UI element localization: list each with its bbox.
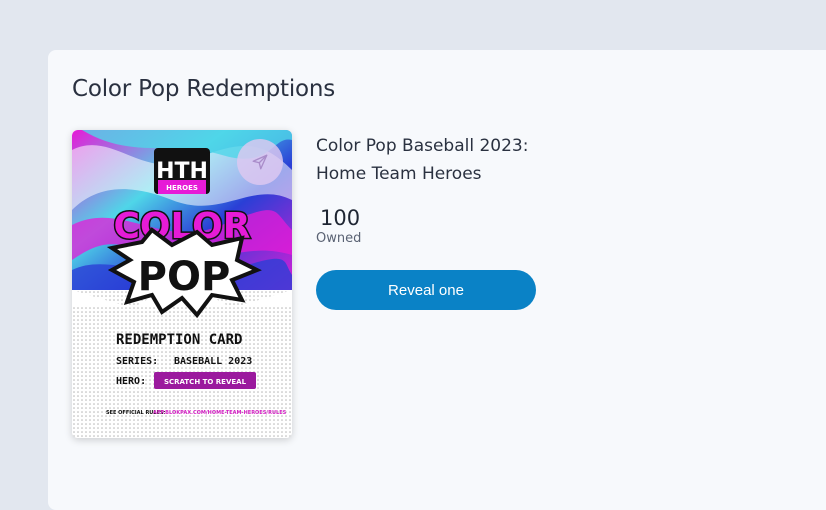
send-button[interactable] bbox=[237, 139, 283, 185]
item-title: Color Pop Baseball 2023: Home Team Heroe… bbox=[316, 132, 576, 188]
svg-text:SERIES:: SERIES: bbox=[116, 356, 158, 367]
hth-logo: HTH HEROES bbox=[154, 148, 210, 194]
svg-text:BASEBALL 2023: BASEBALL 2023 bbox=[174, 356, 252, 367]
reveal-one-button[interactable]: Reveal one bbox=[316, 270, 536, 310]
item-info: Color Pop Baseball 2023: Home Team Heroe… bbox=[316, 132, 576, 246]
svg-text:HERO:: HERO: bbox=[116, 376, 146, 387]
owned-label: Owned bbox=[316, 231, 362, 246]
page-title: Color Pop Redemptions bbox=[72, 76, 336, 102]
svg-text:SCRATCH TO REVEAL: SCRATCH TO REVEAL bbox=[164, 378, 247, 386]
redemption-card-image[interactable]: HTH HEROES COLOR POP REDEMPTION CARD SER… bbox=[72, 130, 292, 438]
svg-text:REDEMPTION CARD: REDEMPTION CARD bbox=[116, 332, 242, 348]
owned-count: 100 bbox=[320, 206, 361, 230]
redemptions-panel: Color Pop Redemptions HTH HEROES COLOR P… bbox=[48, 50, 826, 510]
item-title-line2: Home Team Heroes bbox=[316, 164, 482, 184]
svg-text:HEROES: HEROES bbox=[166, 184, 198, 192]
paper-plane-icon bbox=[251, 153, 269, 171]
item-title-line1: Color Pop Baseball 2023: bbox=[316, 136, 529, 156]
svg-text:POP: POP bbox=[138, 254, 231, 300]
svg-text:APP.BLOKPAX.COM/HOME-TEAM-HERO: APP.BLOKPAX.COM/HOME-TEAM-HEROES/RULES bbox=[153, 410, 287, 416]
